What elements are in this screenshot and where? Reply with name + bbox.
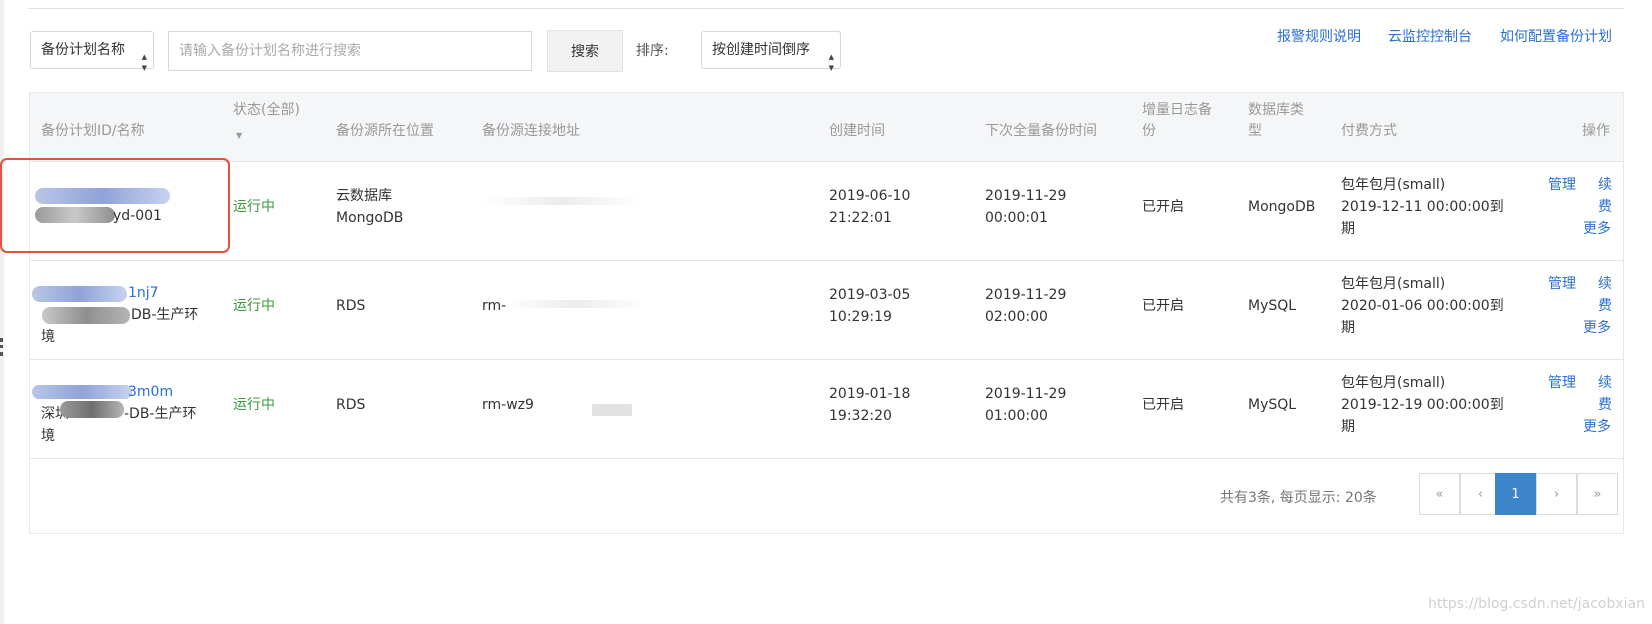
status-filter-caret-icon[interactable]: ▼ bbox=[236, 131, 242, 140]
created-time: 10:29:19 bbox=[829, 309, 892, 325]
db-type: MySQL bbox=[1248, 298, 1297, 314]
incr-log-status: 已开启 bbox=[1142, 397, 1184, 413]
next-backup-time: 00:00:01 bbox=[985, 210, 1048, 226]
created-time: 21:22:01 bbox=[829, 210, 892, 226]
manage-link[interactable]: 管理 bbox=[1548, 273, 1576, 295]
billing-line3: 期 bbox=[1341, 221, 1355, 237]
header-billing: 付费方式 bbox=[1341, 123, 1397, 139]
redacted-id bbox=[32, 286, 127, 302]
search-input[interactable] bbox=[168, 31, 532, 71]
billing-line3: 期 bbox=[1341, 419, 1355, 435]
connection-address: rm-wz9 bbox=[482, 397, 534, 413]
next-backup-date: 2019-11-29 bbox=[985, 386, 1067, 402]
table-row: 3m0m 深圳 -DB-生产环 境 运行中 RDS rm-wz9 2019-01… bbox=[30, 359, 1623, 459]
next-page-button[interactable]: › bbox=[1536, 473, 1577, 515]
table-row: 1nj7 DB-生产环 境 运行中 RDS rm- 2019-03-05 10:… bbox=[30, 260, 1623, 360]
sort-label: 排序: bbox=[636, 43, 669, 59]
created-date: 2019-06-10 bbox=[829, 188, 911, 204]
header-address: 备份源连接地址 bbox=[482, 123, 580, 139]
search-button[interactable]: 搜索 bbox=[547, 30, 623, 72]
header-actions: 操作 bbox=[1582, 123, 1610, 139]
page-1-button[interactable]: 1 bbox=[1495, 473, 1536, 515]
left-rail bbox=[0, 0, 4, 624]
billing-line1: 包年包月(small) bbox=[1341, 375, 1446, 391]
alarm-rules-link[interactable]: 报警规则说明 bbox=[1277, 26, 1361, 46]
billing-line2: 2019-12-19 00:00:00到 bbox=[1341, 397, 1504, 413]
billing-line2: 2019-12-11 00:00:00到 bbox=[1341, 199, 1504, 215]
plan-name-line2: 境 bbox=[41, 428, 55, 444]
created-time: 19:32:20 bbox=[829, 408, 892, 424]
billing-line1: 包年包月(small) bbox=[1341, 276, 1446, 292]
location-line2: MongoDB bbox=[336, 210, 404, 226]
manage-link[interactable]: 管理 bbox=[1548, 372, 1576, 394]
header-db-type-line1: 数据库类 bbox=[1248, 102, 1304, 118]
next-backup-time: 01:00:00 bbox=[985, 408, 1048, 424]
sort-select[interactable]: 按创建时间倒序 bbox=[701, 31, 841, 86]
renew-link-line2[interactable]: 费 bbox=[1598, 295, 1612, 317]
status-running: 运行中 bbox=[233, 397, 275, 413]
location-line1: RDS bbox=[336, 298, 366, 314]
renew-link-line2[interactable]: 费 bbox=[1598, 394, 1612, 416]
plan-id-link[interactable]: 1nj7 bbox=[128, 282, 159, 304]
renew-link[interactable]: 续 bbox=[1598, 372, 1612, 394]
first-page-button[interactable]: « bbox=[1419, 473, 1460, 515]
header-db-type-line2: 型 bbox=[1248, 123, 1262, 139]
watermark-text: https://blog.csdn.net/jacobxian bbox=[1428, 596, 1645, 612]
filter-field-select[interactable]: 备份计划名称 bbox=[30, 31, 154, 86]
header-created: 创建时间 bbox=[829, 123, 885, 139]
backup-plan-table: 备份计划ID/名称 状态(全部) ▼ 备份源所在位置 备份源连接地址 创建时间 … bbox=[29, 92, 1624, 534]
connection-address: rm- bbox=[482, 298, 507, 314]
cloud-monitor-console-link[interactable]: 云监控控制台 bbox=[1388, 26, 1472, 46]
how-to-configure-link[interactable]: 如何配置备份计划 bbox=[1500, 26, 1612, 46]
top-divider bbox=[28, 8, 1624, 9]
more-link[interactable]: 更多 bbox=[1583, 218, 1611, 240]
location-line1: 云数据库 bbox=[336, 188, 392, 204]
plan-id-link[interactable]: 3m0m bbox=[128, 381, 173, 403]
renew-link[interactable]: 续 bbox=[1598, 174, 1612, 196]
table-row: yd-001 运行中 云数据库 MongoDB 2019-06-10 21:22… bbox=[30, 161, 1623, 261]
pagination-summary: 共有3条, 每页显示: 20条 bbox=[1220, 490, 1377, 506]
drag-handle-icon[interactable] bbox=[0, 338, 7, 356]
header-incr-log-line1: 增量日志备 bbox=[1142, 102, 1212, 118]
next-backup-date: 2019-11-29 bbox=[985, 287, 1067, 303]
renew-link-line2[interactable]: 费 bbox=[1598, 196, 1612, 218]
header-id-name: 备份计划ID/名称 bbox=[41, 123, 145, 139]
created-date: 2019-01-18 bbox=[829, 386, 911, 402]
plan-name: -DB-生产环 bbox=[124, 406, 197, 422]
renew-link[interactable]: 续 bbox=[1598, 273, 1612, 295]
more-link[interactable]: 更多 bbox=[1583, 317, 1611, 339]
status-running: 运行中 bbox=[233, 199, 275, 215]
plan-name-line2: 境 bbox=[41, 329, 55, 345]
location-line1: RDS bbox=[336, 397, 366, 413]
redacted-address bbox=[506, 300, 646, 308]
manage-link[interactable]: 管理 bbox=[1548, 174, 1576, 196]
plan-name: DB-生产环 bbox=[131, 307, 199, 323]
header-next-backup: 下次全量备份时间 bbox=[985, 123, 1097, 139]
redacted-id bbox=[32, 385, 132, 399]
redacted-name bbox=[60, 401, 124, 418]
header-status-filter[interactable]: 状态(全部) bbox=[233, 100, 300, 121]
created-date: 2019-03-05 bbox=[829, 287, 911, 303]
redacted-name bbox=[42, 307, 130, 324]
status-running: 运行中 bbox=[233, 298, 275, 314]
incr-log-status: 已开启 bbox=[1142, 199, 1184, 215]
last-page-button[interactable]: » bbox=[1577, 473, 1618, 515]
billing-line1: 包年包月(small) bbox=[1341, 177, 1446, 193]
redacted-address bbox=[592, 404, 632, 416]
db-type: MySQL bbox=[1248, 397, 1297, 413]
redacted-address bbox=[482, 197, 642, 205]
next-backup-date: 2019-11-29 bbox=[985, 188, 1067, 204]
header-location: 备份源所在位置 bbox=[336, 123, 434, 139]
highlight-annotation-box bbox=[0, 158, 230, 253]
incr-log-status: 已开启 bbox=[1142, 298, 1184, 314]
more-link[interactable]: 更多 bbox=[1583, 416, 1611, 438]
table-header: 备份计划ID/名称 状态(全部) ▼ 备份源所在位置 备份源连接地址 创建时间 … bbox=[30, 93, 1623, 162]
db-type: MongoDB bbox=[1248, 199, 1316, 215]
next-backup-time: 02:00:00 bbox=[985, 309, 1048, 325]
billing-line3: 期 bbox=[1341, 320, 1355, 336]
header-incr-log-line2: 份 bbox=[1142, 123, 1156, 139]
billing-line2: 2020-01-06 00:00:00到 bbox=[1341, 298, 1504, 314]
